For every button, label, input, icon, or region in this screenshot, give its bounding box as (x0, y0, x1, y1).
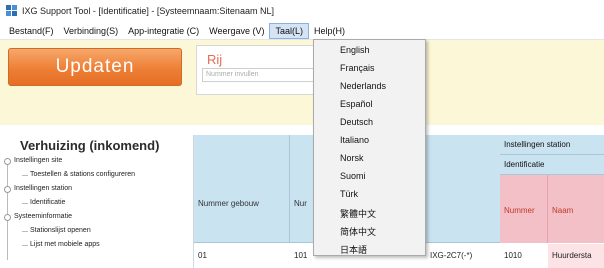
separator (0, 125, 604, 135)
language-option-deutsch[interactable]: Deutsch (340, 117, 373, 127)
language-option-francais[interactable]: Français (340, 63, 375, 73)
language-option-english[interactable]: English (340, 45, 370, 55)
sidebar-item-mobiele-apps[interactable]: Lijst met mobiele apps (30, 241, 100, 248)
tree-branch (22, 203, 28, 204)
column-header-name-label[interactable]: Naam (552, 206, 573, 215)
group-header-identification: Identificatie (500, 155, 604, 175)
menu-weergave[interactable]: Weergave (V) (204, 23, 269, 39)
sidebar-item-instellingen-station[interactable]: Instellingen station (14, 185, 72, 192)
tree-line (7, 164, 8, 260)
menu-bestand[interactable]: Bestand(F) (4, 23, 59, 39)
column-header-number-label: Nummer (504, 206, 535, 215)
sidebar-item-systeeminformatie[interactable]: Systeeminformatie (14, 213, 72, 220)
sidebar-item-stationslijst-openen[interactable]: Stationslijst openen (30, 227, 91, 234)
tree-branch (22, 231, 28, 232)
group-header-station-settings: Instellingen station (500, 135, 604, 155)
tree-expand-icon[interactable] (4, 186, 11, 193)
sidebar-tree: Verhuizing (inkomend) Instellingen site … (0, 135, 194, 268)
menu-taal[interactable]: Taal(L) (269, 22, 309, 39)
window-title: IXG Support Tool - [Identificatie] - [Sy… (22, 6, 274, 16)
column-header-number[interactable]: Nummer (500, 175, 548, 243)
sub-column-headers: Nummer Naam (500, 175, 604, 243)
language-option-traditional-chinese[interactable]: 繁體中文 (340, 207, 376, 220)
title-bar: IXG Support Tool - [Identificatie] - [Sy… (0, 0, 604, 22)
menu-help[interactable]: Help(H) (309, 23, 350, 39)
station-settings-header: Instellingen station Identificatie Numme… (500, 135, 604, 243)
language-option-japanese[interactable]: 日本語 (340, 243, 367, 256)
column-header-building-label: Nummer gebouw (198, 199, 259, 208)
language-option-turk[interactable]: Türk (340, 189, 358, 199)
sidebar-item-identificatie[interactable]: Identificatie (30, 199, 65, 206)
cell-number[interactable]: 1010 (500, 244, 548, 268)
menu-verbinding[interactable]: Verbinding(S) (59, 23, 124, 39)
cell-building[interactable]: 01 (194, 244, 290, 268)
tree-expand-icon[interactable] (4, 158, 11, 165)
tree-expand-icon[interactable] (4, 214, 11, 221)
cell-name[interactable]: Huurdersta (548, 244, 604, 268)
language-dropdown-menu: English Français Nederlands Español Deut… (313, 39, 426, 256)
language-option-norsk[interactable]: Norsk (340, 153, 364, 163)
update-button[interactable]: Updaten (8, 48, 182, 86)
language-option-nederlands[interactable]: Nederlands (340, 81, 386, 91)
column-header-unit-label: Nur (294, 199, 307, 208)
tree-branch (22, 175, 28, 176)
sidebar-item-instellingen-site[interactable]: Instellingen site (14, 157, 62, 164)
column-header-building[interactable]: Nummer gebouw (194, 135, 290, 243)
language-option-espanol[interactable]: Español (340, 99, 373, 109)
cell-type[interactable]: IXG-2C7(-*) (426, 244, 500, 268)
menu-bar: Bestand(F) Verbinding(S) App-integratie … (0, 22, 604, 40)
sidebar-title: Verhuizing (inkomend) (20, 138, 160, 153)
tree-branch (22, 245, 28, 246)
menu-app-integratie[interactable]: App-integratie (C) (123, 23, 204, 39)
row-label: Rij (207, 52, 223, 67)
app-icon (6, 5, 18, 17)
language-option-italiano[interactable]: Italiano (340, 135, 369, 145)
sidebar-item-toestellen-configureren[interactable]: Toestellen & stations configureren (30, 171, 135, 178)
toolbar-area: Updaten Rij Nummer invullen (0, 40, 604, 125)
language-option-suomi[interactable]: Suomi (340, 171, 366, 181)
language-option-simplified-chinese[interactable]: 简体中文 (340, 225, 376, 238)
